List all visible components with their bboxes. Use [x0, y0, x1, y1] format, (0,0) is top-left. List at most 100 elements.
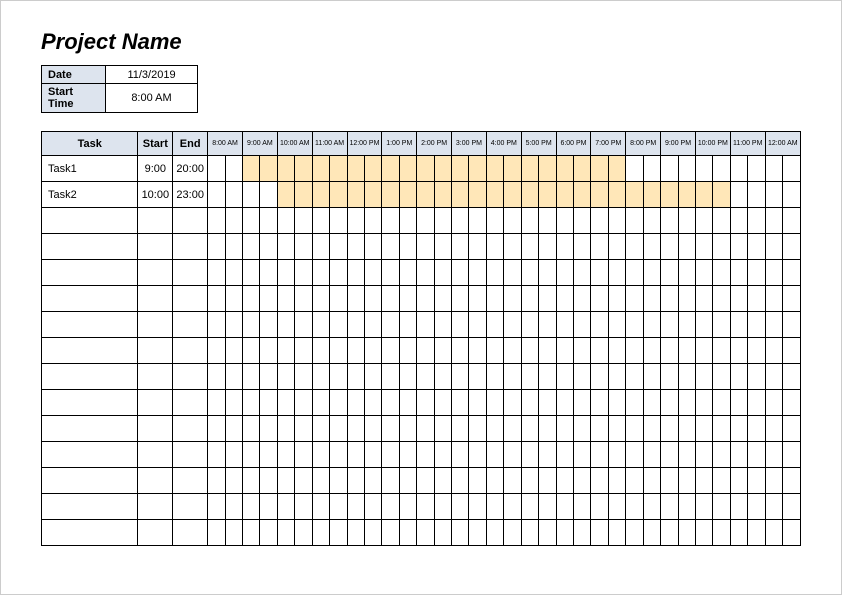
start-cell[interactable] — [138, 390, 173, 416]
time-cell — [417, 182, 434, 208]
time-cell — [713, 390, 730, 416]
start-cell[interactable] — [138, 208, 173, 234]
task-cell[interactable]: Task1 — [42, 156, 138, 182]
time-cell — [556, 208, 573, 234]
time-cell — [608, 234, 625, 260]
start-cell[interactable] — [138, 260, 173, 286]
time-cell — [225, 286, 242, 312]
date-label: Date — [42, 66, 106, 84]
time-cell — [661, 234, 678, 260]
time-cell — [399, 520, 416, 546]
time-cell — [208, 520, 225, 546]
time-cell — [643, 182, 660, 208]
time-cell — [208, 364, 225, 390]
time-cell — [573, 208, 590, 234]
time-cell — [643, 442, 660, 468]
time-cell — [330, 182, 347, 208]
time-cell — [713, 520, 730, 546]
end-cell[interactable] — [173, 468, 208, 494]
time-cell — [661, 468, 678, 494]
start-cell[interactable] — [138, 234, 173, 260]
start-cell[interactable] — [138, 442, 173, 468]
time-cell — [765, 390, 782, 416]
task-cell[interactable] — [42, 468, 138, 494]
task-cell[interactable] — [42, 390, 138, 416]
time-cell — [382, 416, 399, 442]
start-cell[interactable] — [138, 468, 173, 494]
task-cell[interactable] — [42, 234, 138, 260]
time-cell — [295, 156, 312, 182]
time-cell — [330, 260, 347, 286]
start-time-value[interactable]: 8:00 AM — [106, 84, 198, 113]
time-cell — [713, 182, 730, 208]
task-cell[interactable] — [42, 416, 138, 442]
time-cell — [330, 416, 347, 442]
task-cell[interactable] — [42, 338, 138, 364]
time-cell — [783, 234, 801, 260]
end-cell[interactable] — [173, 260, 208, 286]
time-cell — [556, 520, 573, 546]
task-cell[interactable]: Task2 — [42, 182, 138, 208]
time-cell — [382, 390, 399, 416]
start-cell[interactable] — [138, 312, 173, 338]
end-cell[interactable] — [173, 234, 208, 260]
task-cell[interactable] — [42, 364, 138, 390]
time-cell — [695, 182, 712, 208]
start-cell[interactable]: 9:00 — [138, 156, 173, 182]
time-cell — [765, 208, 782, 234]
date-value[interactable]: 11/3/2019 — [106, 66, 198, 84]
time-cell — [452, 260, 469, 286]
time-cell — [417, 442, 434, 468]
task-cell[interactable] — [42, 494, 138, 520]
end-cell[interactable]: 20:00 — [173, 156, 208, 182]
time-cell — [208, 338, 225, 364]
end-cell[interactable] — [173, 286, 208, 312]
time-cell — [626, 390, 643, 416]
time-cell — [399, 182, 416, 208]
task-cell[interactable] — [42, 520, 138, 546]
end-cell[interactable] — [173, 390, 208, 416]
time-cell — [695, 442, 712, 468]
end-cell[interactable] — [173, 520, 208, 546]
end-cell[interactable] — [173, 364, 208, 390]
task-cell[interactable] — [42, 312, 138, 338]
time-cell — [748, 234, 765, 260]
task-cell[interactable] — [42, 208, 138, 234]
time-cell — [748, 156, 765, 182]
task-cell[interactable] — [42, 442, 138, 468]
time-cell — [330, 442, 347, 468]
time-cell — [783, 286, 801, 312]
start-cell[interactable] — [138, 364, 173, 390]
time-cell — [277, 442, 294, 468]
time-cell — [626, 260, 643, 286]
time-cell — [330, 390, 347, 416]
time-cell — [521, 156, 538, 182]
time-cell — [539, 156, 556, 182]
end-cell[interactable]: 23:00 — [173, 182, 208, 208]
end-cell[interactable] — [173, 312, 208, 338]
start-cell[interactable] — [138, 520, 173, 546]
time-cell — [277, 520, 294, 546]
gantt-body: Task19:0020:00 Task210:0023:00 — [42, 156, 801, 546]
task-cell[interactable] — [42, 286, 138, 312]
end-cell[interactable] — [173, 208, 208, 234]
start-cell[interactable] — [138, 338, 173, 364]
time-cell — [556, 156, 573, 182]
end-cell[interactable] — [173, 338, 208, 364]
task-cell[interactable] — [42, 260, 138, 286]
start-cell[interactable] — [138, 416, 173, 442]
end-cell[interactable] — [173, 494, 208, 520]
time-cell — [242, 364, 259, 390]
start-cell[interactable]: 10:00 — [138, 182, 173, 208]
time-cell — [225, 338, 242, 364]
end-cell[interactable] — [173, 442, 208, 468]
start-cell[interactable] — [138, 286, 173, 312]
time-cell — [312, 260, 329, 286]
start-cell[interactable] — [138, 494, 173, 520]
time-cell — [260, 416, 277, 442]
time-cell — [521, 286, 538, 312]
time-cell — [661, 390, 678, 416]
end-cell[interactable] — [173, 416, 208, 442]
time-cell — [364, 520, 381, 546]
time-cell — [556, 442, 573, 468]
